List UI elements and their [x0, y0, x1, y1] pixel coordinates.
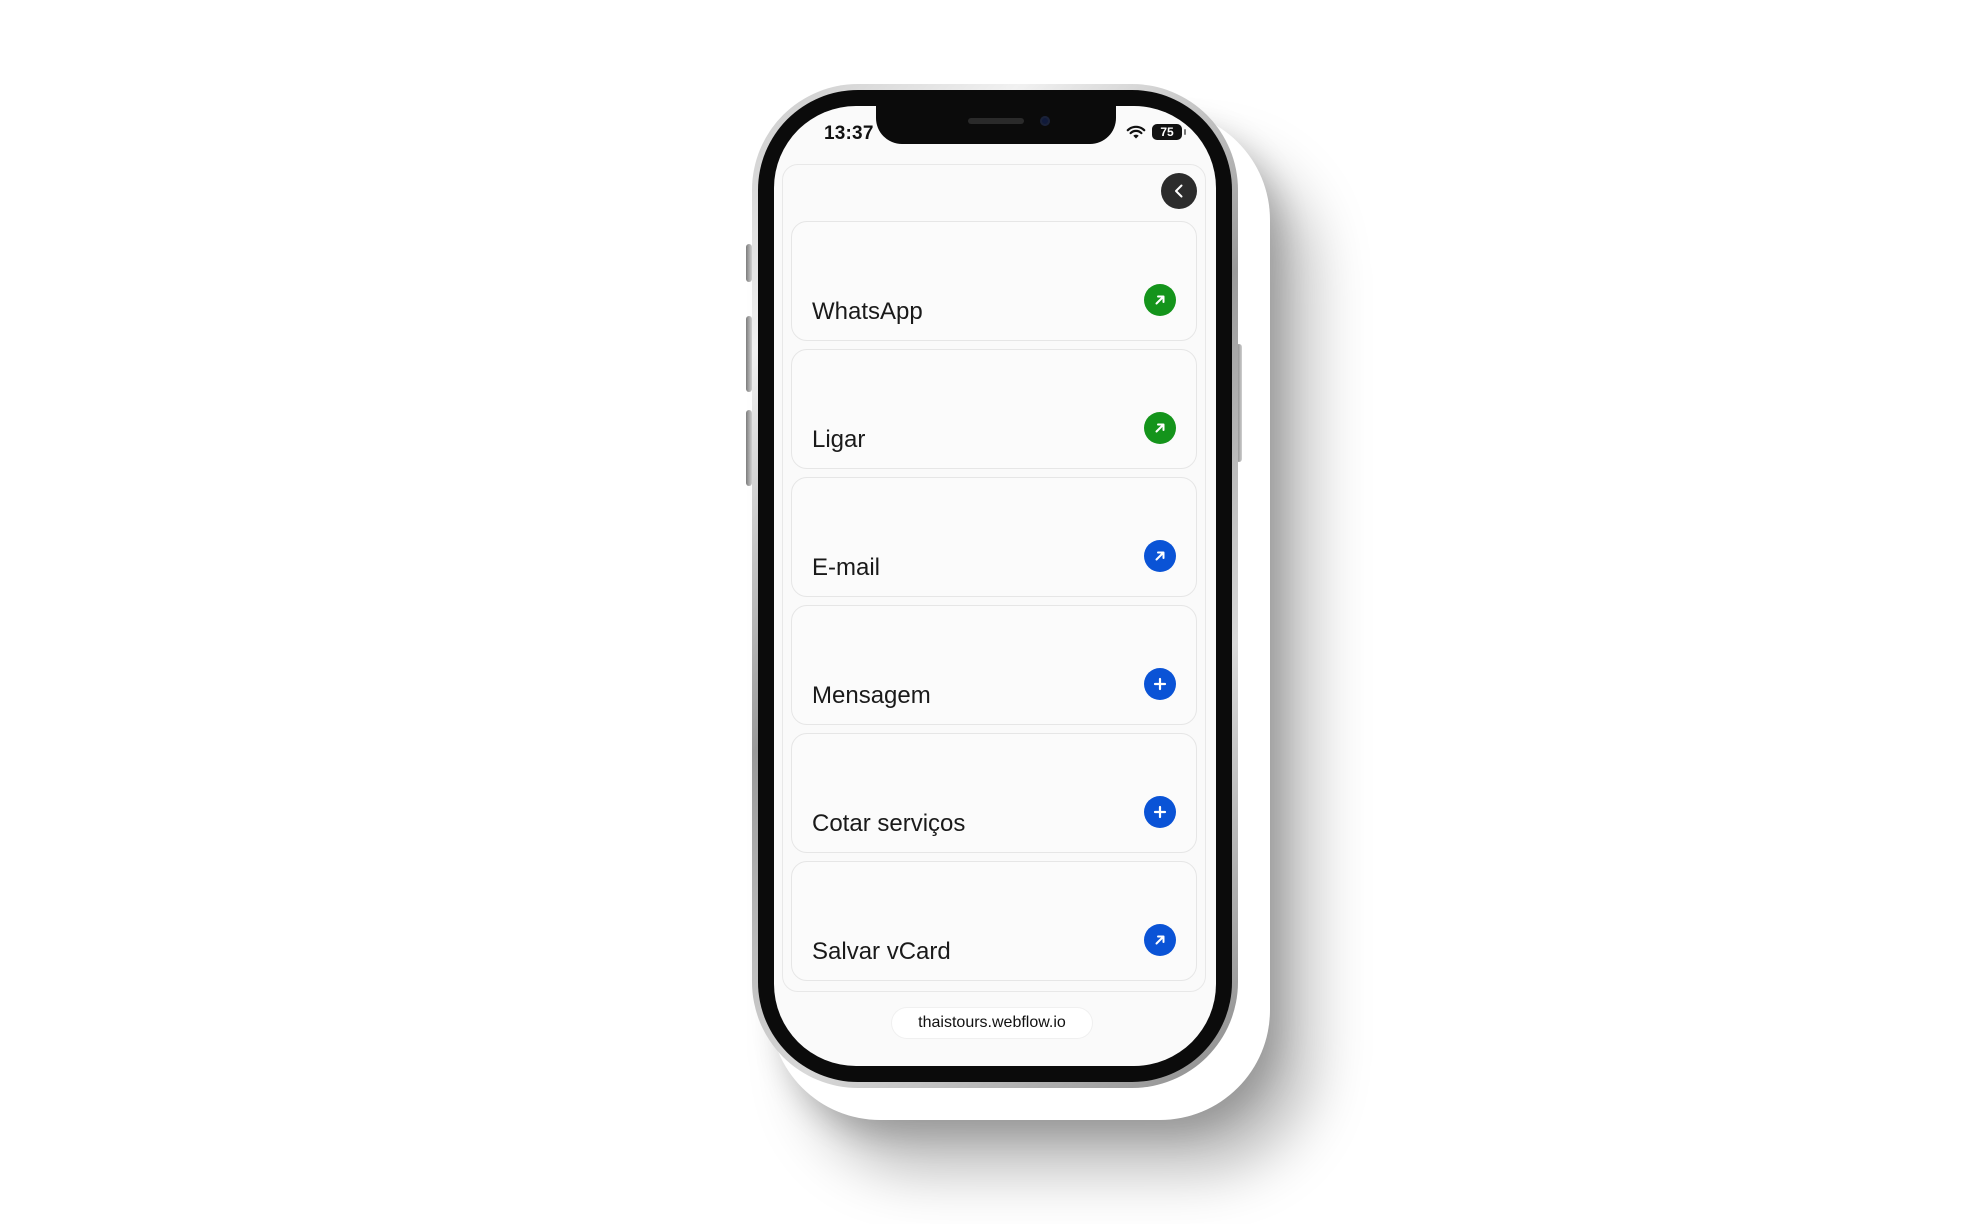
- action-card-ligar[interactable]: Ligar: [791, 349, 1197, 469]
- arrow-up-right-icon: [1144, 412, 1176, 444]
- address-bar[interactable]: thaistours.webflow.io: [892, 1008, 1092, 1038]
- battery-level: 75: [1160, 125, 1174, 139]
- plus-icon: [1144, 796, 1176, 828]
- back-button[interactable]: [1161, 173, 1197, 209]
- action-card-cotar-servicos[interactable]: Cotar serviços: [791, 733, 1197, 853]
- action-label: Salvar vCard: [812, 938, 951, 965]
- contact-panel: WhatsApp Ligar E-mail Mensagem Cotar serviço…: [782, 164, 1206, 992]
- action-label: Ligar: [812, 426, 866, 453]
- action-label: Cotar serviços: [812, 810, 966, 837]
- phone-screen: 13:37 75 WhatsApp Ligar E-mail Mensagem Cota…: [774, 106, 1216, 1066]
- front-camera: [1040, 116, 1050, 126]
- wifi-icon: [1126, 125, 1146, 138]
- action-label: WhatsApp: [812, 298, 923, 325]
- url-text: thaistours.webflow.io: [918, 1014, 1066, 1031]
- notch: [876, 106, 1116, 144]
- action-card-mensagem[interactable]: Mensagem: [791, 605, 1197, 725]
- chevron-left-icon: [1175, 184, 1183, 198]
- action-label: E-mail: [812, 554, 881, 581]
- status-time: 13:37: [824, 123, 874, 144]
- status-icons: 75: [1126, 124, 1186, 140]
- action-card-e-mail[interactable]: E-mail: [791, 477, 1197, 597]
- arrow-up-right-icon: [1144, 284, 1176, 316]
- action-card-whatsapp[interactable]: WhatsApp: [791, 221, 1197, 341]
- action-list: WhatsApp Ligar E-mail Mensagem Cotar serviço…: [791, 221, 1197, 989]
- action-label: Mensagem: [812, 682, 931, 709]
- mockup-stage: 13:37 75 WhatsApp Ligar E-mail Mensagem Cota…: [0, 0, 1980, 1224]
- battery-icon: 75: [1152, 124, 1186, 140]
- battery-tip: [1184, 129, 1186, 135]
- earpiece-speaker: [968, 118, 1024, 124]
- arrow-up-right-icon: [1144, 540, 1176, 572]
- action-card-salvar-vcard[interactable]: Salvar vCard: [791, 861, 1197, 981]
- plus-icon: [1144, 668, 1176, 700]
- arrow-up-right-icon: [1144, 924, 1176, 956]
